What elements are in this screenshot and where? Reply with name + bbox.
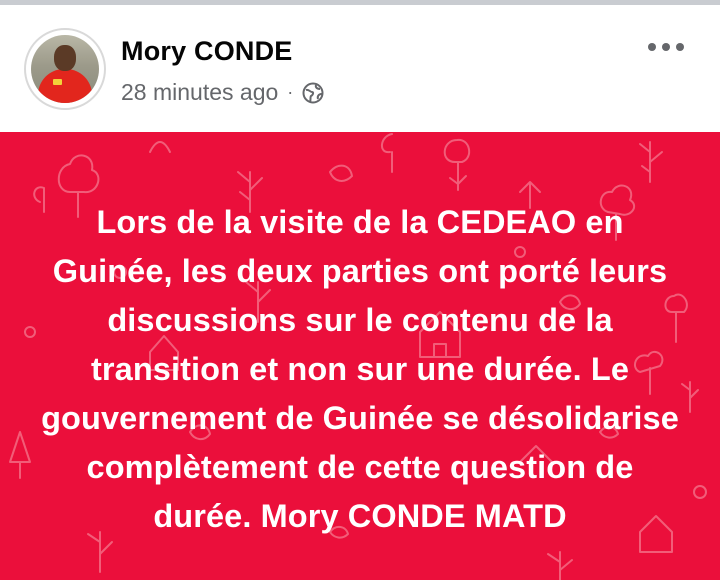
post-timestamp[interactable]: 28 minutes ago <box>121 79 278 106</box>
more-dot <box>648 43 656 51</box>
post-header: Mory CONDE 28 minutes ago · <box>0 5 720 132</box>
post-background-card[interactable]: Lors de la visite de la CEDEAO en Guinée… <box>0 132 720 580</box>
more-dot <box>676 43 684 51</box>
more-dot <box>662 43 670 51</box>
more-options-icon[interactable] <box>646 35 686 59</box>
author-name[interactable]: Mory CONDE <box>121 36 293 67</box>
globe-icon[interactable] <box>302 82 324 104</box>
author-avatar[interactable] <box>24 28 106 110</box>
post-meta: 28 minutes ago · <box>121 79 324 106</box>
avatar-shirt-logo <box>53 79 62 85</box>
avatar-shirt <box>38 69 92 103</box>
post-text: Lors de la visite de la CEDEAO en Guinée… <box>41 204 679 534</box>
avatar-photo <box>31 35 99 103</box>
meta-separator: · <box>287 82 294 102</box>
avatar-face <box>54 45 76 71</box>
